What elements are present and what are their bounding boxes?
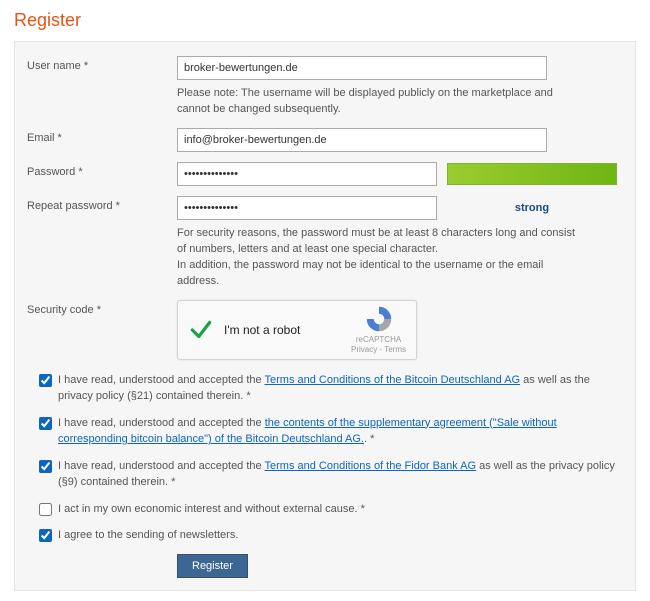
page-title: Register <box>14 10 636 31</box>
recaptcha-widget[interactable]: I'm not a robot reCAPTCHA Privacy - Term… <box>177 300 417 360</box>
checkbox-own-interest[interactable] <box>39 503 52 516</box>
email-label: Email * <box>27 128 177 144</box>
checkbox-newsletter[interactable] <box>39 529 52 542</box>
link-terms-bitcoin[interactable]: Terms and Conditions of the Bitcoin Deut… <box>265 374 521 386</box>
agreement-terms-bitcoin[interactable]: I have read, understood and accepted the… <box>39 372 623 405</box>
agreement-newsletter[interactable]: I agree to the sending of newsletters. <box>39 527 623 544</box>
password-help: For security reasons, the password must … <box>177 226 587 290</box>
password-strength-bar <box>447 163 617 185</box>
agreements-list: I have read, understood and accepted the… <box>27 372 623 544</box>
agreement-supplementary[interactable]: I have read, understood and accepted the… <box>39 415 623 448</box>
repeat-password-input[interactable] <box>177 196 437 220</box>
password-label: Password * <box>27 162 177 178</box>
agreement-terms-fidor[interactable]: I have read, understood and accepted the… <box>39 458 623 491</box>
password-strength-label: strong <box>447 202 617 214</box>
username-label: User name * <box>27 56 177 72</box>
repeat-password-label: Repeat password * <box>27 196 177 212</box>
captcha-text: I'm not a robot <box>224 323 300 337</box>
password-input[interactable] <box>177 162 437 186</box>
security-code-label: Security code * <box>27 300 177 316</box>
agreement-own-interest[interactable]: I act in my own economic interest and wi… <box>39 501 623 518</box>
recaptcha-brand: reCAPTCHA Privacy - Terms <box>351 305 406 354</box>
checkbox-supplementary[interactable] <box>39 417 52 430</box>
checkbox-terms-fidor[interactable] <box>39 460 52 473</box>
email-input[interactable] <box>177 128 547 152</box>
checkbox-terms-bitcoin[interactable] <box>39 374 52 387</box>
username-help: Please note: The username will be displa… <box>177 86 587 118</box>
register-button[interactable]: Register <box>177 554 248 578</box>
username-input[interactable] <box>177 56 547 80</box>
register-form: User name * Please note: The username wi… <box>14 41 636 591</box>
recaptcha-icon <box>365 305 393 333</box>
checkmark-icon <box>188 317 214 343</box>
link-terms-fidor[interactable]: Terms and Conditions of the Fidor Bank A… <box>265 460 477 472</box>
